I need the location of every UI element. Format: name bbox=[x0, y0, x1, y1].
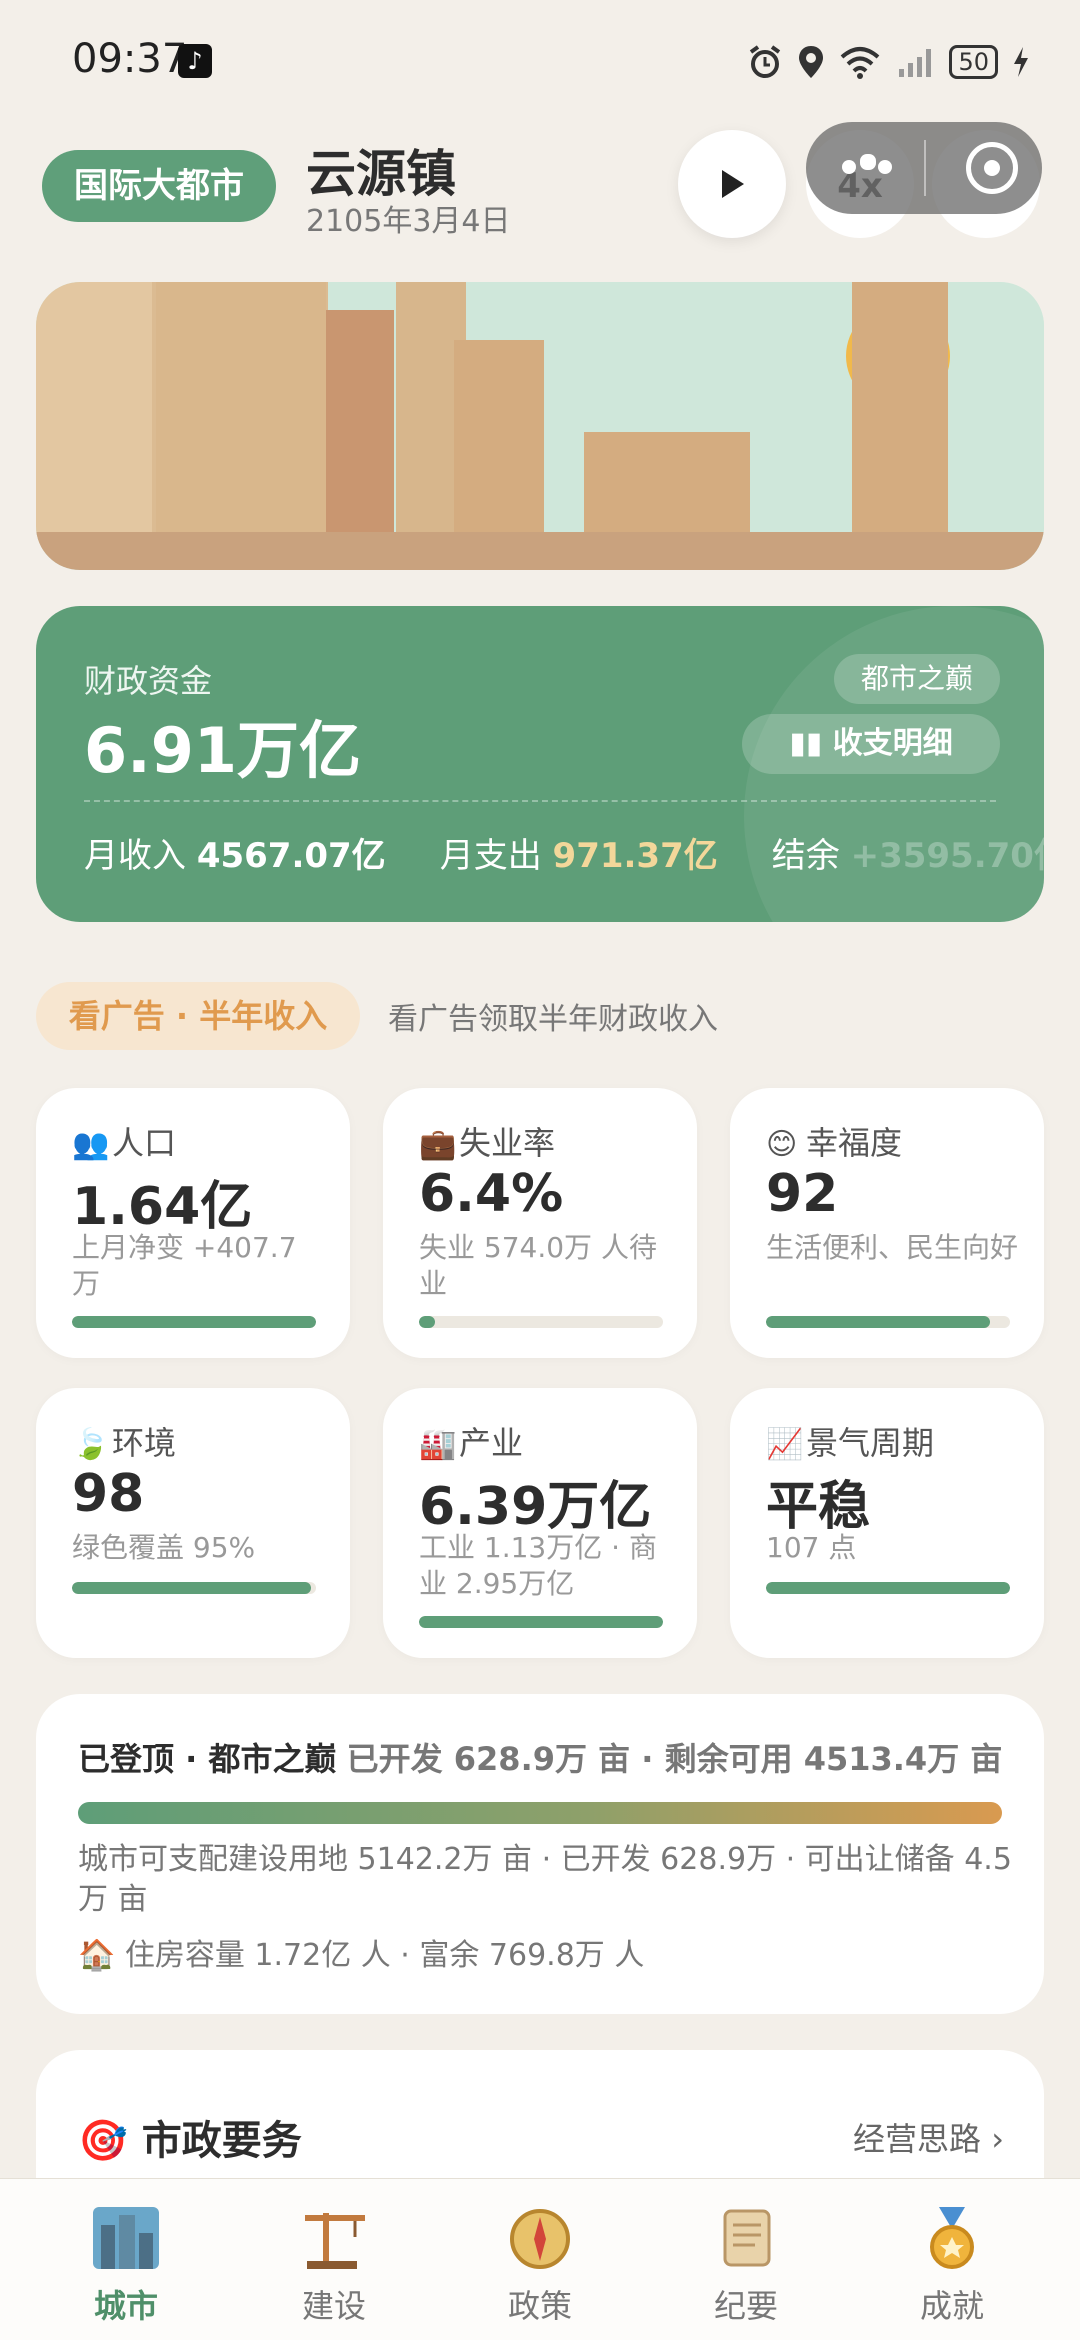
progress-bar bbox=[419, 1616, 663, 1628]
status-time: 09:37 bbox=[72, 36, 188, 82]
income-value: 4567.07亿 bbox=[196, 836, 386, 876]
stat-card-industry[interactable]: 🏭产业 6.39万亿 工业 1.13万亿 · 商业 2.95万亿 bbox=[383, 1388, 697, 1658]
wifi-icon bbox=[841, 47, 880, 79]
finance-summary: 月收入 4567.07亿 月支出 971.37亿 结余 +3595.70亿 bbox=[84, 828, 1044, 877]
progress-bar bbox=[72, 1316, 316, 1328]
nav-build[interactable]: 建设 bbox=[274, 2205, 394, 2335]
skyline-illustration bbox=[36, 282, 1044, 570]
progress-bar bbox=[766, 1316, 1010, 1328]
play-icon bbox=[722, 170, 744, 198]
watch-ad-button[interactable]: 看广告 · 半年收入 bbox=[36, 982, 360, 1050]
stat-card-unemployment[interactable]: 💼失业率 6.4% 失业 574.0万 人待业 bbox=[383, 1088, 697, 1358]
trend-chart-icon: 📈 bbox=[766, 1427, 804, 1462]
factory-icon: 🏭 bbox=[419, 1427, 457, 1462]
progress-bar bbox=[419, 1316, 663, 1328]
expense-value: 971.37亿 bbox=[552, 836, 718, 876]
land-progress-bar bbox=[78, 1802, 1002, 1824]
land-development-card[interactable]: 已登顶 · 都市之巅 已开发 628.9万 亩 · 剩余可用 4513.4万 亩… bbox=[36, 1694, 1044, 2014]
more-icon[interactable] bbox=[842, 154, 892, 182]
mini-program-capsule bbox=[806, 122, 1042, 214]
nav-achievements[interactable]: 成就 bbox=[892, 2205, 1012, 2335]
stat-card-population[interactable]: 👥人口 1.64亿 上月净变 +407.7 万 bbox=[36, 1088, 350, 1358]
crane-icon bbox=[305, 2213, 365, 2269]
location-icon bbox=[799, 46, 824, 78]
land-title: 已登顶 · 都市之巅 已开发 628.9万 亩 · 剩余可用 4513.4万 亩 bbox=[78, 1740, 1003, 1778]
progress-bar bbox=[72, 1582, 316, 1594]
leaf-icon: 🍃 bbox=[72, 1427, 110, 1462]
medal-icon bbox=[930, 2207, 974, 2269]
nav-policy[interactable]: 政策 bbox=[480, 2205, 600, 2335]
charging-icon bbox=[1014, 47, 1028, 77]
finance-badge: 都市之巅 bbox=[834, 654, 1000, 704]
house-icon: 🏠 bbox=[78, 1938, 125, 1973]
briefcase-icon: 💼 bbox=[419, 1127, 457, 1162]
stat-card-business-cycle[interactable]: 📈景气周期 平稳 107 点 bbox=[730, 1388, 1044, 1658]
balance-value: +3595.70亿 bbox=[850, 836, 1044, 876]
people-icon: 👥 bbox=[72, 1127, 110, 1162]
compass-icon bbox=[510, 2209, 570, 2269]
nav-city[interactable]: 城市 bbox=[66, 2205, 186, 2335]
target-icon: 🎯 bbox=[78, 2118, 142, 2164]
city-icon bbox=[93, 2207, 159, 2269]
finance-label: 财政资金 bbox=[84, 662, 213, 700]
nav-minutes[interactable]: 纪要 bbox=[686, 2205, 806, 2335]
bottom-navigation: 城市 建设 政策 纪要 成就 bbox=[0, 2178, 1080, 2340]
status-bar: 09:37 ♪ 50 bbox=[0, 0, 1080, 120]
finance-value: 6.91万亿 bbox=[84, 714, 361, 787]
battery-indicator: 50 bbox=[949, 45, 998, 79]
income-label: 月收入 bbox=[84, 836, 186, 876]
smile-icon: 😊 bbox=[766, 1127, 798, 1162]
tiktok-notification-icon: ♪ bbox=[178, 44, 212, 78]
finance-card: 财政资金 6.91万亿 都市之巅 ▮▮ 收支明细 月收入 4567.07亿 月支… bbox=[36, 606, 1044, 922]
housing-capacity: 🏠 住房容量 1.72亿 人 · 富余 769.8万 人 bbox=[78, 1938, 645, 1973]
bar-chart-icon: ▮▮ bbox=[789, 726, 833, 761]
land-description: 城市可支配建设用地 5142.2万 亩 · 已开发 628.9万 · 可出让储备… bbox=[78, 1842, 1012, 1917]
affairs-title: 🎯 市政要务 bbox=[78, 2118, 302, 2164]
close-miniprogram-icon[interactable] bbox=[966, 142, 1018, 194]
signal-icon bbox=[899, 49, 932, 77]
income-expense-detail-button[interactable]: ▮▮ 收支明细 bbox=[742, 714, 1000, 774]
stat-card-happiness[interactable]: 😊 幸福度 92 生活便利、民生向好 bbox=[730, 1088, 1044, 1358]
game-date: 2105年3月4日 bbox=[306, 204, 511, 239]
city-banner-illustration bbox=[36, 282, 1044, 570]
expense-label: 月支出 bbox=[439, 836, 542, 876]
alarm-icon bbox=[750, 45, 781, 78]
stat-card-environment[interactable]: 🍃环境 98 绿色覆盖 95% bbox=[36, 1388, 350, 1658]
status-icons: 50 bbox=[747, 40, 1030, 84]
progress-bar bbox=[766, 1582, 1010, 1594]
watch-ad-description: 看广告领取半年财政收入 bbox=[388, 1002, 718, 1037]
divider bbox=[84, 800, 996, 802]
city-level-badge: 国际大都市 bbox=[42, 150, 276, 222]
play-button[interactable] bbox=[678, 130, 786, 238]
scroll-icon bbox=[723, 2209, 771, 2267]
business-strategy-link[interactable]: 经营思路 › bbox=[853, 2114, 1004, 2160]
balance-label: 结余 bbox=[771, 836, 840, 876]
